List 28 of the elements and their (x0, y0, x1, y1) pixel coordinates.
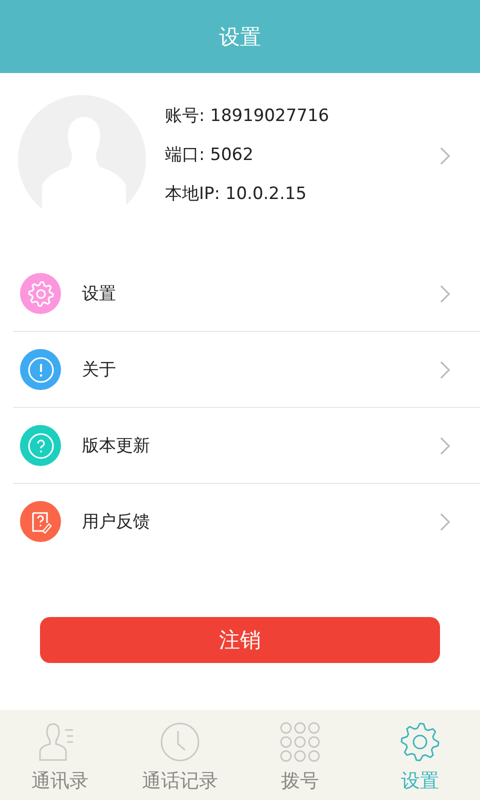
chevron-icon (439, 436, 451, 456)
menu-label: 用户反馈 (82, 511, 151, 533)
dialpad-icon (280, 722, 320, 762)
chevron-icon (439, 284, 451, 304)
menu-label: 关于 (82, 359, 117, 381)
tab[interactable]: 设置 (360, 710, 480, 800)
exclamation-icon (26, 356, 54, 384)
account-info: 账号: 18919027716 (165, 105, 330, 127)
chevron-icon (439, 360, 451, 380)
account-info: 端口: 5062 (165, 144, 254, 166)
settings-icon (400, 722, 440, 762)
menu-item[interactable]: 版本更新 (13, 408, 480, 484)
menu-label: 版本更新 (82, 435, 151, 457)
tab[interactable]: 拨号 (240, 710, 360, 800)
menu-item[interactable]: 设置 (13, 256, 480, 332)
chevron-icon (439, 146, 451, 166)
tab[interactable]: 通讯录 (0, 710, 120, 800)
screen-title: 设置 (219, 24, 261, 50)
account-info: 本地IP: 10.0.2.15 (165, 183, 308, 205)
clock-icon (160, 722, 200, 762)
menu-label: 设置 (82, 283, 117, 305)
chevron-icon (439, 512, 451, 532)
menu-item[interactable]: 关于 (13, 332, 480, 408)
tab[interactable]: 通话记录 (120, 710, 240, 800)
logout-button[interactable]: 注销 (40, 617, 440, 663)
menu-item[interactable]: 用户反馈 (0, 484, 480, 559)
question-icon (26, 432, 54, 460)
gear-icon (28, 280, 54, 306)
